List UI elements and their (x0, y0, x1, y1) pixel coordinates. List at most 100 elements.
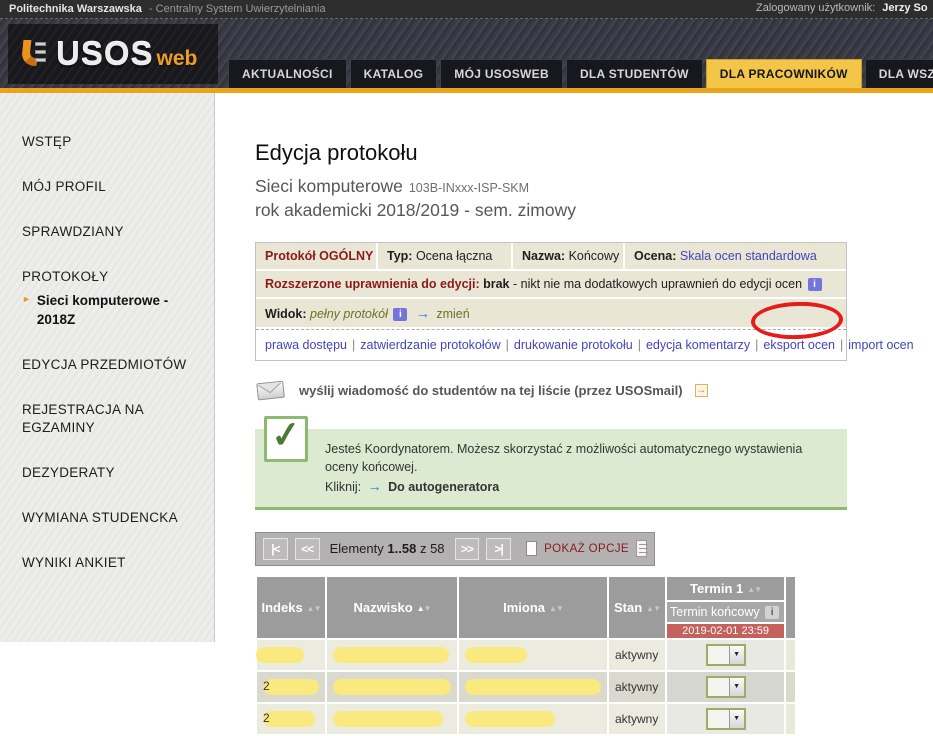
sort-arrows-icon[interactable]: ▲▼ (307, 604, 321, 613)
redacted-blob (465, 647, 527, 663)
elements-range-text: Elementy 1..58 z 58 (330, 541, 445, 556)
protocol-name: Protokół OGÓLNY (256, 243, 376, 269)
export-spreadsheet-icon[interactable] (636, 540, 647, 557)
subheader-label: Termin końcowy (670, 605, 760, 619)
redacted-blob (465, 679, 601, 695)
sidebar-item-sprawdziany[interactable]: SPRAWDZIANY (22, 223, 200, 242)
student-row: aktywny ▼ (257, 640, 795, 670)
grade-select[interactable]: ▼ (706, 644, 746, 666)
column-header-indeks[interactable]: Indeks ▲▼ (257, 577, 325, 638)
sidebar-item-dezyderaty[interactable]: DEZYDERATY (22, 464, 200, 483)
link-edycja-komentarzy[interactable]: edycja komentarzy (646, 338, 750, 352)
type-label: Typ: (387, 249, 412, 263)
link-eksport-ocen[interactable]: eksport ocen (763, 338, 835, 352)
redacted-blob (263, 679, 319, 695)
sidebar-subitem-protocol[interactable]: ► Sieci komputerowe - 2018Z (22, 291, 200, 330)
logged-user-label: Zalogowany użytkownik: (756, 2, 875, 14)
info-icon[interactable]: i (808, 278, 822, 291)
column-header-nazwisko[interactable]: Nazwisko▲▼ (327, 577, 457, 638)
deadline-cell: 2019-02-01 23:59 (667, 624, 784, 638)
protocol-permissions-row: Rozszerzone uprawnienia do edycji: brak … (256, 271, 846, 297)
nazwisko-cell (327, 640, 457, 670)
logo-text-usos: USOS (56, 35, 154, 73)
link-zatwierdzanie[interactable]: zatwierdzanie protokołów (360, 338, 500, 352)
grade-select[interactable]: ▼ (706, 708, 746, 730)
arrow-right-icon: → (416, 305, 430, 321)
header-label: Imiona (503, 600, 545, 615)
usosweb-logo[interactable]: USOS web (8, 24, 218, 84)
nazwa-label: Nazwa: (522, 249, 565, 263)
indeks-cell: 2 (257, 704, 325, 734)
column-header-filler (786, 577, 795, 638)
grade-scale-link[interactable]: Skala ocen standardowa (680, 249, 817, 263)
send-message-link[interactable]: wyślij wiadomość do studentów na tej liś… (255, 378, 933, 402)
sort-arrows-icon[interactable]: ▲▼ (549, 604, 563, 613)
tab-dla-pracownikow[interactable]: DLA PRACOWNIKÓW (706, 59, 862, 88)
institution-line: Politechnika Warszawska - Centralny Syst… (9, 3, 326, 15)
sidebar-item-wyniki-ankiet[interactable]: WYNIKI ANKIET (22, 554, 200, 573)
sidebar-item-protokoly[interactable]: PROTOKOŁY (22, 268, 200, 287)
protocol-info-box: Protokół OGÓLNY Typ: Ocena łączna Nazwa:… (255, 242, 847, 361)
coordinator-notice-text: Jesteś Koordynatorem. Możesz skorzystać … (325, 440, 833, 476)
redacted-blob (256, 647, 304, 663)
imiona-cell (459, 672, 607, 702)
student-row: 2 aktywny ▼ (257, 672, 795, 702)
filler-cell (786, 672, 795, 702)
sidebar-item-wstep[interactable]: WSTĘP (22, 133, 200, 152)
type-value: Ocena łączna (416, 249, 492, 263)
grade-select[interactable]: ▼ (706, 676, 746, 698)
column-header-stan[interactable]: Stan ▲▼ (609, 577, 665, 638)
show-options-label[interactable]: POKAŻ OPCJE (544, 543, 629, 555)
sort-arrows-icon[interactable]: ▲▼ (417, 604, 431, 613)
sort-arrows-icon[interactable]: ▲▼ (646, 604, 660, 613)
next-page-button[interactable]: >> (455, 538, 480, 560)
imiona-cell (459, 704, 607, 734)
course-line: Sieci komputerowe103B-INxxx-ISP-SKM (255, 176, 933, 197)
tab-dla-studentow[interactable]: DLA STUDENTÓW (566, 59, 703, 88)
sort-arrows-icon[interactable]: ▲▼ (747, 585, 761, 594)
page-title: Edycja protokołu (255, 140, 933, 166)
filler-cell (786, 704, 795, 734)
sidebar-item-wymiana[interactable]: WYMIANA STUDENCKA (22, 509, 200, 528)
protocol-nazwa-cell: Nazwa: Końcowy (513, 243, 623, 269)
tab-moj-usosweb[interactable]: MÓJ USOSWEB (440, 59, 563, 88)
go-arrow-icon: → (695, 384, 708, 397)
sidebar-item-edycja-przedmiotow[interactable]: EDYCJA PRZEDMIOTÓW (22, 356, 200, 375)
header-label: Stan (614, 600, 642, 615)
imiona-cell (459, 640, 607, 670)
column-header-termin1[interactable]: Termin 1▲▼ (667, 577, 784, 600)
usos-logo-icon (22, 38, 48, 70)
autogenerator-link[interactable]: Do autogeneratora (388, 480, 499, 494)
institution-name: Politechnika Warszawska (9, 3, 142, 15)
show-options-checkbox[interactable] (526, 541, 537, 556)
grade-cell: ▼ (667, 704, 784, 734)
prev-page-button[interactable]: << (295, 538, 320, 560)
info-icon[interactable]: i (393, 308, 407, 321)
tab-dla-wszystkich[interactable]: DLA WSZYSTKICH (865, 59, 933, 88)
tab-katalog[interactable]: KATALOG (350, 59, 438, 88)
link-separator: | (638, 338, 641, 352)
last-page-button[interactable]: >| (486, 538, 511, 560)
term-line: rok akademicki 2018/2019 - sem. zimowy (255, 200, 933, 221)
dropdown-caret-icon: ▼ (729, 710, 744, 728)
link-drukowanie[interactable]: drukowanie protokołu (514, 338, 633, 352)
tab-aktualnosci[interactable]: AKTUALNOŚCI (228, 59, 347, 88)
checkmark-icon: ✓ (264, 416, 308, 462)
column-header-imiona[interactable]: Imiona ▲▼ (459, 577, 607, 638)
link-prawa-dostepu[interactable]: prawa dostępu (265, 338, 347, 352)
header-label: Indeks (261, 600, 302, 615)
elements-range: 1..58 (387, 541, 416, 556)
change-view-link[interactable]: zmień (436, 307, 469, 321)
elements-label: Elementy (330, 541, 384, 556)
sidebar-item-moj-profil[interactable]: MÓJ PROFIL (22, 178, 200, 197)
main-content: Edycja protokołu Sieci komputerowe103B-I… (215, 93, 933, 642)
protocol-links-row: prawa dostępu|zatwierdzanie protokołów|d… (256, 329, 846, 360)
envelope-icon (254, 376, 288, 403)
sidebar-item-rejestracja[interactable]: REJESTRACJA NA EGZAMINY (22, 401, 200, 439)
protocol-type-cell: Typ: Ocena łączna (378, 243, 511, 269)
click-label: Kliknij: (325, 480, 361, 494)
index-fragment: 2 (263, 711, 270, 725)
info-icon[interactable]: i (765, 606, 779, 619)
link-import-ocen[interactable]: import ocen (848, 338, 913, 352)
first-page-button[interactable]: |< (263, 538, 288, 560)
